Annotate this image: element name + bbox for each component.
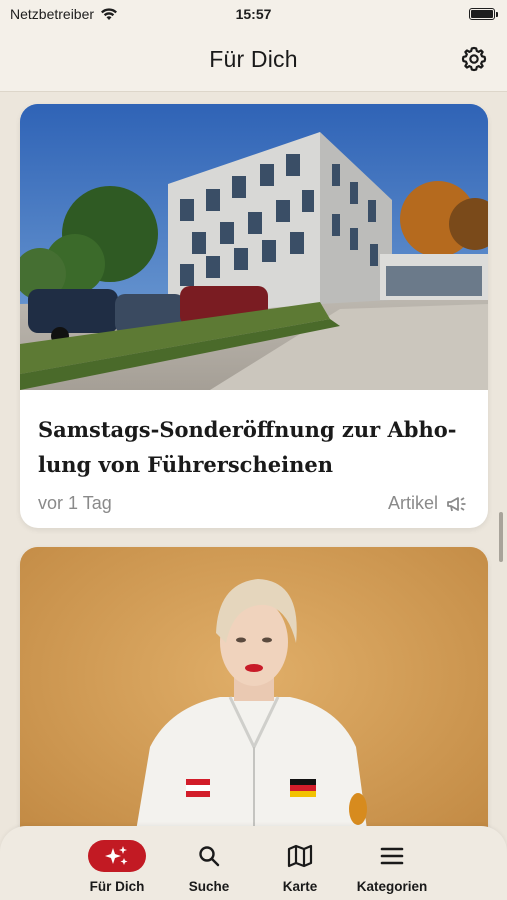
feed[interactable]: Samstags-Sonderöffnung zur Abho-lung von… [0, 92, 507, 900]
tab-fuer-dich[interactable]: Für Dich [86, 826, 148, 900]
tab-label: Suche [188, 879, 230, 894]
sparkles-icon [105, 846, 128, 865]
tab-bar: Für Dich Suche Karte Kategorien [0, 826, 507, 900]
tab-label: Kategorien [356, 879, 428, 894]
battery-icon [469, 8, 498, 20]
tab-suche[interactable]: Suche [180, 826, 238, 900]
search-icon [199, 846, 220, 867]
menu-icon [380, 847, 404, 865]
article-type: Artikel [388, 493, 468, 514]
article-image [20, 547, 488, 867]
article-card[interactable]: Samstags-Sonderöffnung zur Abho-lung von… [20, 104, 488, 528]
article-meta: vor 1 Tag Artikel [38, 493, 468, 514]
map-icon [287, 844, 313, 868]
article-headline[interactable]: Samstags-Sonderöffnung zur Abho-lung von… [20, 390, 488, 482]
carrier-name: Netzbetreiber [10, 6, 95, 22]
article-type-label: Artikel [387, 493, 438, 513]
tab-label: Für Dich [89, 879, 145, 894]
page-title: Für Dich [209, 46, 298, 72]
article-image [20, 104, 488, 390]
article-card[interactable] [20, 547, 488, 867]
active-tab-highlight [88, 840, 146, 872]
article-age: vor 1 Tag [38, 493, 112, 513]
megaphone-icon [447, 496, 466, 511]
wifi-icon [101, 8, 118, 20]
tab-kategorien[interactable]: Kategorien [352, 826, 432, 900]
gear-icon[interactable] [461, 46, 487, 72]
status-bar: Netzbetreiber 15:57 [0, 0, 507, 28]
status-left: Netzbetreiber [10, 6, 118, 22]
scrollbar[interactable] [499, 512, 503, 562]
tab-karte[interactable]: Karte [270, 826, 330, 900]
app-header: Für Dich [0, 28, 507, 92]
tab-label: Karte [282, 879, 318, 894]
